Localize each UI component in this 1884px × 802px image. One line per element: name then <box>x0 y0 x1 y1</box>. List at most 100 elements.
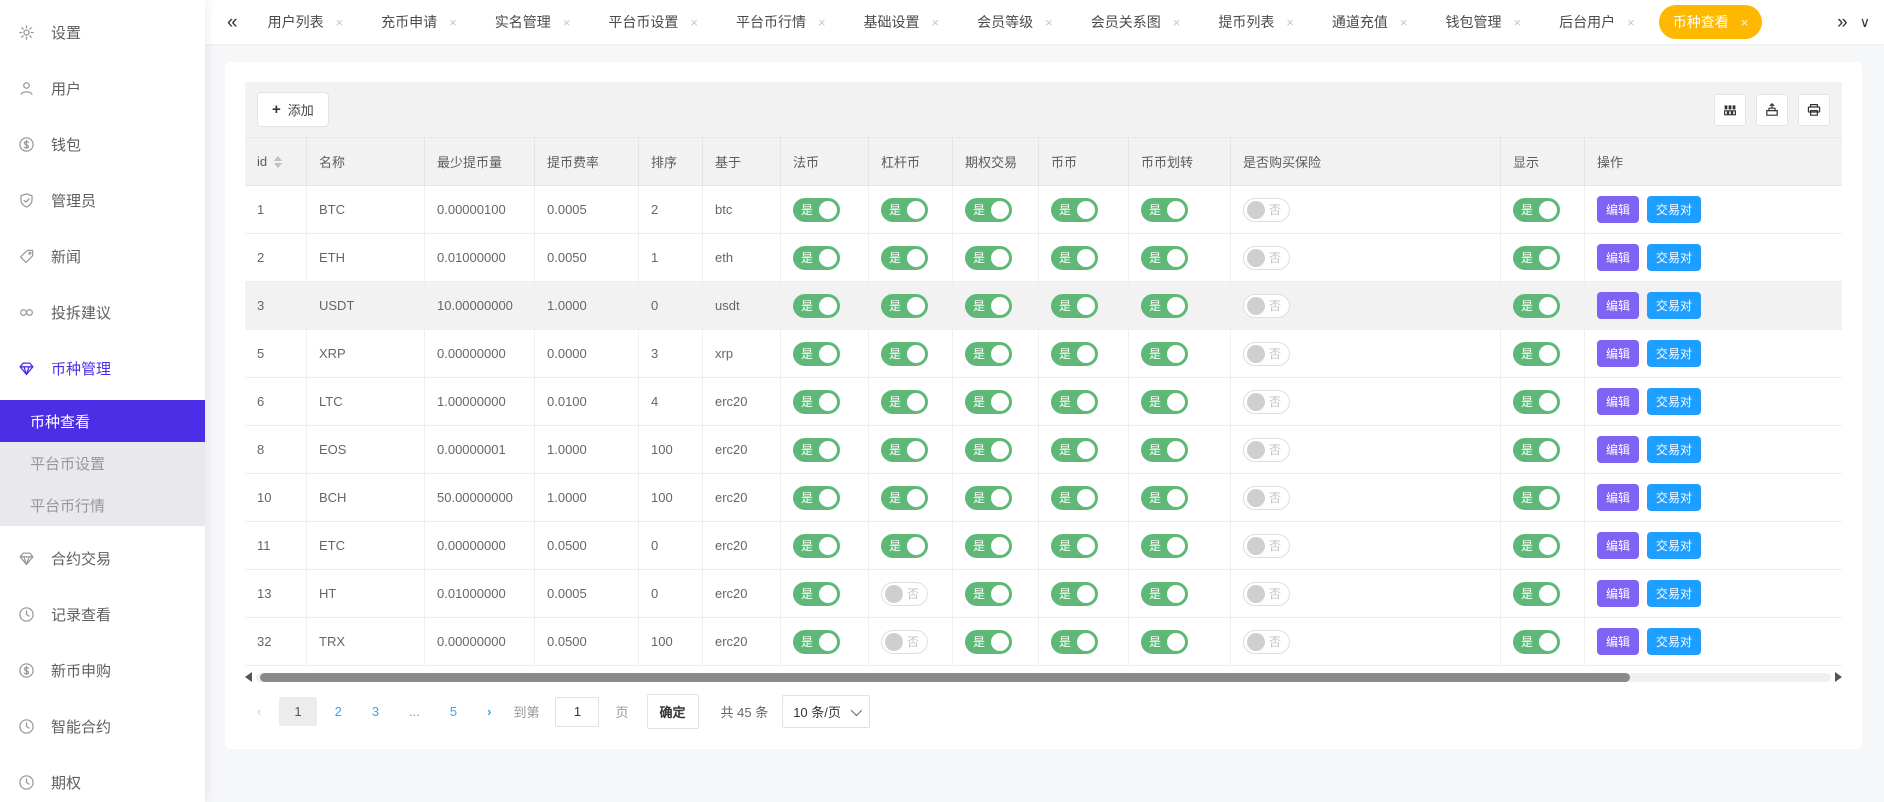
toggle-insurance[interactable]: 否 <box>1243 294 1290 318</box>
toggle-transfer[interactable]: 是 <box>1141 582 1188 606</box>
toggle-fabi[interactable]: 是 <box>793 534 840 558</box>
trading-pair-button[interactable]: 交易对 <box>1647 532 1701 559</box>
toggle-leveraged[interactable]: 否 <box>881 582 928 606</box>
tab-提币列表[interactable]: 提币列表× <box>1204 5 1308 39</box>
toggle-transfer[interactable]: 是 <box>1141 198 1188 222</box>
tab-平台币行情[interactable]: 平台币行情× <box>722 5 840 39</box>
tab-close-icon[interactable]: × <box>1741 15 1749 30</box>
export-button[interactable] <box>1756 94 1788 126</box>
toggle-transfer[interactable]: 是 <box>1141 486 1188 510</box>
edit-button[interactable]: 编辑 <box>1597 580 1639 607</box>
page-button-3[interactable]: 3 <box>360 697 391 726</box>
toggle-show[interactable]: 是 <box>1513 342 1560 366</box>
tab-close-icon[interactable]: × <box>336 15 344 30</box>
tab-会员等级[interactable]: 会员等级× <box>963 5 1067 39</box>
toggle-leveraged[interactable]: 否 <box>881 630 928 654</box>
toggle-transfer[interactable]: 是 <box>1141 390 1188 414</box>
toggle-insurance[interactable]: 否 <box>1243 246 1290 270</box>
print-button[interactable] <box>1798 94 1830 126</box>
page-size-select[interactable]: 10 条/页 <box>782 695 870 728</box>
toggle-fabi[interactable]: 是 <box>793 246 840 270</box>
toggle-show[interactable]: 是 <box>1513 438 1560 462</box>
toggle-bibi[interactable]: 是 <box>1051 534 1098 558</box>
tabs-scroll-right-icon[interactable]: » <box>1837 13 1848 32</box>
toggle-option[interactable]: 是 <box>965 390 1012 414</box>
tab-close-icon[interactable]: × <box>1400 15 1408 30</box>
tab-币种查看[interactable]: 币种查看× <box>1659 5 1763 39</box>
tab-close-icon[interactable]: × <box>1286 15 1294 30</box>
toggle-show[interactable]: 是 <box>1513 246 1560 270</box>
toggle-leveraged[interactable]: 是 <box>881 198 928 222</box>
edit-button[interactable]: 编辑 <box>1597 628 1639 655</box>
trading-pair-button[interactable]: 交易对 <box>1647 244 1701 271</box>
tabs-scroll-left-icon[interactable]: « <box>227 13 238 32</box>
toggle-leveraged[interactable]: 是 <box>881 246 928 270</box>
toggle-insurance[interactable]: 否 <box>1243 342 1290 366</box>
toggle-show[interactable]: 是 <box>1513 198 1560 222</box>
toggle-insurance[interactable]: 否 <box>1243 486 1290 510</box>
toggle-insurance[interactable]: 否 <box>1243 390 1290 414</box>
trading-pair-button[interactable]: 交易对 <box>1647 388 1701 415</box>
trading-pair-button[interactable]: 交易对 <box>1647 340 1701 367</box>
sidebar-item-suggestions[interactable]: 投拆建议 <box>0 288 205 336</box>
edit-button[interactable]: 编辑 <box>1597 532 1639 559</box>
toggle-option[interactable]: 是 <box>965 294 1012 318</box>
tab-close-icon[interactable]: × <box>932 15 940 30</box>
edit-button[interactable]: 编辑 <box>1597 484 1639 511</box>
toggle-show[interactable]: 是 <box>1513 582 1560 606</box>
sidebar-item-new-coin-subscribe[interactable]: 新币申购 <box>0 646 205 694</box>
prev-page-button[interactable]: ‹ <box>245 697 273 726</box>
tab-充币申请[interactable]: 充币申请× <box>367 5 471 39</box>
toggle-insurance[interactable]: 否 <box>1243 198 1290 222</box>
sidebar-item-contract-trade[interactable]: 合约交易 <box>0 534 205 582</box>
toggle-fabi[interactable]: 是 <box>793 342 840 366</box>
scroll-left-arrow-icon[interactable] <box>245 672 252 682</box>
tab-close-icon[interactable]: × <box>563 15 571 30</box>
toggle-show[interactable]: 是 <box>1513 390 1560 414</box>
scrollbar-track[interactable] <box>256 673 1831 682</box>
sidebar-item-coin-manage[interactable]: 币种管理 <box>0 344 205 392</box>
toggle-transfer[interactable]: 是 <box>1141 246 1188 270</box>
goto-page-input[interactable] <box>555 697 599 727</box>
toggle-insurance[interactable]: 否 <box>1243 582 1290 606</box>
toggle-fabi[interactable]: 是 <box>793 630 840 654</box>
sidebar-item-smart-contract[interactable]: 智能合约 <box>0 702 205 750</box>
scrollbar-thumb[interactable] <box>260 673 1630 682</box>
toggle-fabi[interactable]: 是 <box>793 486 840 510</box>
toggle-bibi[interactable]: 是 <box>1051 342 1098 366</box>
toggle-fabi[interactable]: 是 <box>793 390 840 414</box>
toggle-insurance[interactable]: 否 <box>1243 534 1290 558</box>
edit-button[interactable]: 编辑 <box>1597 340 1639 367</box>
toggle-bibi[interactable]: 是 <box>1051 582 1098 606</box>
tab-通道充值[interactable]: 通道充值× <box>1318 5 1422 39</box>
toggle-option[interactable]: 是 <box>965 342 1012 366</box>
toggle-fabi[interactable]: 是 <box>793 294 840 318</box>
toggle-fabi[interactable]: 是 <box>793 198 840 222</box>
toggle-leveraged[interactable]: 是 <box>881 486 928 510</box>
toggle-transfer[interactable]: 是 <box>1141 438 1188 462</box>
tabs-dropdown-icon[interactable]: ∨ <box>1860 14 1870 31</box>
toggle-leveraged[interactable]: 是 <box>881 534 928 558</box>
trading-pair-button[interactable]: 交易对 <box>1647 580 1701 607</box>
toggle-option[interactable]: 是 <box>965 630 1012 654</box>
page-button-current[interactable]: 1 <box>279 697 316 726</box>
toggle-leveraged[interactable]: 是 <box>881 390 928 414</box>
sidebar-subitem-platform-coin-market[interactable]: 平台币行情 <box>0 484 205 526</box>
tab-会员关系图[interactable]: 会员关系图× <box>1077 5 1195 39</box>
toggle-show[interactable]: 是 <box>1513 486 1560 510</box>
sidebar-item-wallet[interactable]: 钱包 <box>0 120 205 168</box>
tab-close-icon[interactable]: × <box>690 15 698 30</box>
toggle-bibi[interactable]: 是 <box>1051 198 1098 222</box>
sidebar-subitem-platform-coin-settings[interactable]: 平台币设置 <box>0 442 205 484</box>
edit-button[interactable]: 编辑 <box>1597 196 1639 223</box>
toggle-fabi[interactable]: 是 <box>793 582 840 606</box>
tab-close-icon[interactable]: × <box>1514 15 1522 30</box>
sort-icon[interactable] <box>274 156 282 168</box>
toggle-show[interactable]: 是 <box>1513 534 1560 558</box>
toggle-option[interactable]: 是 <box>965 198 1012 222</box>
tab-基础设置[interactable]: 基础设置× <box>850 5 954 39</box>
toggle-bibi[interactable]: 是 <box>1051 438 1098 462</box>
toggle-bibi[interactable]: 是 <box>1051 390 1098 414</box>
toggle-option[interactable]: 是 <box>965 486 1012 510</box>
edit-button[interactable]: 编辑 <box>1597 388 1639 415</box>
